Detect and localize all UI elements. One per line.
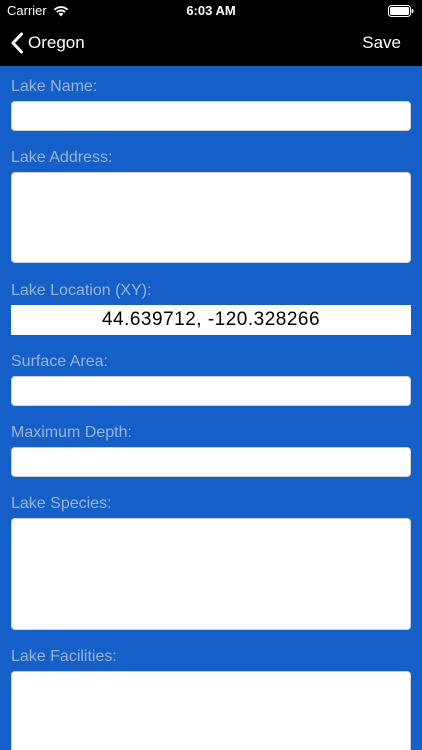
surface-area-field[interactable] bbox=[11, 376, 411, 406]
lake-species-label: Lake Species: bbox=[11, 495, 112, 512]
lake-location-value: 44.639712, -120.328266 bbox=[101, 309, 321, 330]
lake-location-field[interactable]: 44.639712, -120.328266 bbox=[11, 305, 411, 335]
lake-form-screen: Carrier 6:03 AM Oregon Save Lake Name: L… bbox=[0, 0, 422, 750]
lake-location-label: Lake Location (XY): bbox=[11, 282, 152, 299]
save-button[interactable]: Save bbox=[362, 33, 401, 53]
status-time: 6:03 AM bbox=[186, 3, 236, 18]
battery-icon bbox=[388, 5, 414, 17]
lake-facilities-field[interactable] bbox=[11, 671, 411, 750]
lake-address-field[interactable] bbox=[11, 172, 411, 263]
back-button-label: Oregon bbox=[28, 33, 85, 52]
lake-species-field[interactable] bbox=[11, 518, 411, 630]
chevron-left-icon bbox=[11, 32, 23, 54]
surface-area-label: Surface Area: bbox=[11, 353, 108, 370]
lake-name-label: Lake Name: bbox=[11, 78, 98, 95]
top-bar: Carrier 6:03 AM Oregon Save bbox=[0, 0, 422, 66]
lake-facilities-label: Lake Facilities: bbox=[11, 648, 117, 665]
maximum-depth-field[interactable] bbox=[11, 447, 411, 477]
lake-name-field[interactable] bbox=[11, 101, 411, 131]
maximum-depth-label: Maximum Depth: bbox=[11, 424, 132, 441]
back-button[interactable]: Oregon bbox=[10, 32, 85, 54]
lake-address-label: Lake Address: bbox=[11, 149, 113, 166]
